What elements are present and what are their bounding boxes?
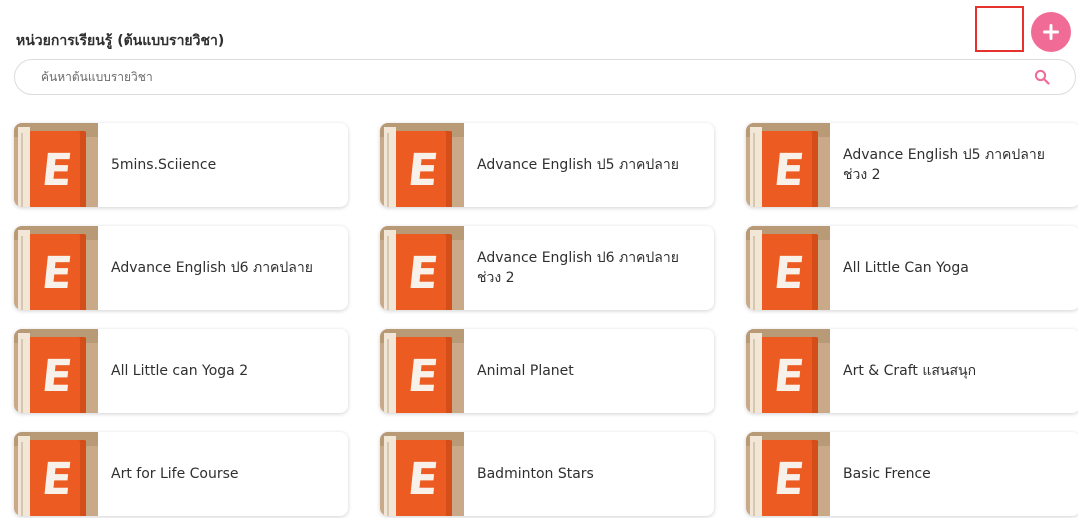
thumbnail-letter: E [771, 145, 807, 196]
course-card[interactable]: E Art & Craft แสนสนุก [746, 329, 1078, 413]
course-title: 5mins.Sciience [111, 157, 217, 173]
course-title: Animal Planet [477, 363, 574, 379]
thumbnail-letter: E [771, 351, 807, 402]
course-thumbnail: E [380, 123, 464, 207]
add-course-button[interactable] [1031, 12, 1071, 52]
course-title: Advance English ป5 ภาคปลาย ช่วง 2 [843, 147, 1045, 183]
thumbnail-letter: E [771, 454, 807, 505]
course-card[interactable]: E Basic Frence [746, 432, 1078, 516]
course-thumbnail: E [380, 329, 464, 413]
course-title: Badminton Stars [477, 466, 594, 482]
course-title: Advance English ป6 ภาคปลาย ช่วง 2 [477, 250, 679, 286]
search-icon[interactable] [1031, 66, 1053, 88]
plus-icon [1043, 24, 1059, 40]
thumbnail-letter: E [39, 248, 75, 299]
course-card[interactable]: E Advance English ป6 ภาคปลาย [14, 226, 348, 310]
course-title: Art for Life Course [111, 466, 239, 482]
course-thumbnail: E [746, 123, 830, 207]
course-thumbnail: E [14, 329, 98, 413]
course-card[interactable]: E All Little can Yoga 2 [14, 329, 348, 413]
course-title: Art & Craft แสนสนุก [843, 363, 977, 379]
course-thumbnail: E [380, 226, 464, 310]
course-title: Advance English ป6 ภาคปลาย [111, 260, 313, 276]
course-title: All Little can Yoga 2 [111, 363, 249, 379]
thumbnail-letter: E [39, 454, 75, 505]
course-thumbnail: E [746, 226, 830, 310]
course-thumbnail: E [14, 432, 98, 516]
course-grid: E 5mins.Sciience E Advance English ป5 ภาคปล… [14, 123, 1078, 516]
highlight-box [975, 6, 1024, 52]
course-card[interactable]: E Advance English ป5 ภาคปลาย ช่วง 2 [746, 123, 1078, 207]
course-thumbnail: E [746, 432, 830, 516]
course-card[interactable]: E Advance English ป6 ภาคปลาย ช่วง 2 [380, 226, 714, 310]
thumbnail-letter: E [39, 351, 75, 402]
course-thumbnail: E [746, 329, 830, 413]
course-card[interactable]: E Badminton Stars [380, 432, 714, 516]
thumbnail-letter: E [771, 248, 807, 299]
thumbnail-letter: E [405, 351, 441, 402]
course-title: All Little Can Yoga [843, 260, 969, 276]
thumbnail-letter: E [39, 145, 75, 196]
course-thumbnail: E [380, 432, 464, 516]
thumbnail-letter: E [405, 248, 441, 299]
course-card[interactable]: E 5mins.Sciience [14, 123, 348, 207]
page-title: หน่วยการเรียนรู้ (ต้นแบบรายวิชา) [16, 33, 225, 49]
course-thumbnail: E [14, 226, 98, 310]
course-card[interactable]: E Advance English ป5 ภาคปลาย [380, 123, 714, 207]
course-card[interactable]: E Animal Planet [380, 329, 714, 413]
thumbnail-letter: E [405, 145, 441, 196]
course-card[interactable]: E All Little Can Yoga [746, 226, 1078, 310]
search-input[interactable] [15, 60, 1031, 94]
search-bar [14, 59, 1076, 95]
course-title: Basic Frence [843, 466, 931, 482]
thumbnail-letter: E [405, 454, 441, 505]
course-template-page: หน่วยการเรียนรู้ (ต้นแบบรายวิชา) E 5mins.… [0, 0, 1078, 518]
course-card[interactable]: E Art for Life Course [14, 432, 348, 516]
course-thumbnail: E [14, 123, 98, 207]
course-title: Advance English ป5 ภาคปลาย [477, 157, 679, 173]
